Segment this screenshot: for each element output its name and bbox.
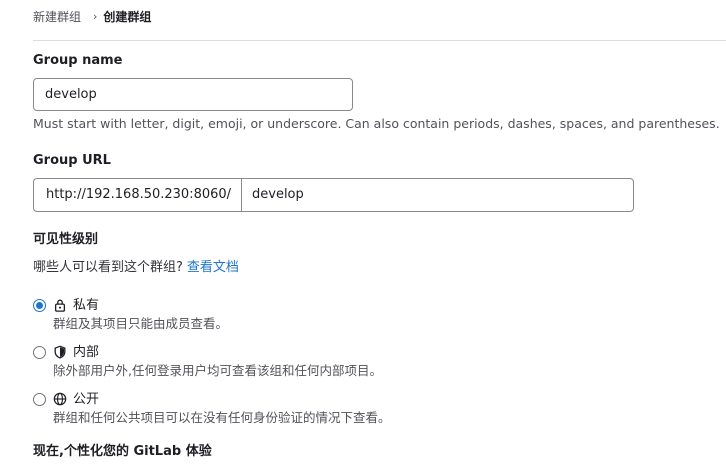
group-url-path-input[interactable]: develop [241, 178, 634, 212]
visibility-heading: 可见性级别 [33, 232, 99, 247]
visibility-question: 哪些人可以看到这个群组? 查看文档 [33, 259, 239, 277]
visibility-radio-internal[interactable] [33, 346, 46, 359]
visibility-option-title: 公开 [73, 392, 100, 407]
visibility-option-title: 私有 [73, 298, 100, 313]
visibility-option-public-text: 公开 群组和任何公共项目可以在没有任何身份验证的情况下查看。 [53, 391, 391, 427]
breadcrumb-link-new-group[interactable]: 新建群组 [33, 9, 81, 25]
personalize-heading: 现在,个性化您的 GitLab 体验 [33, 444, 212, 459]
visibility-option-private-text: 私有 群组及其项目只能由成员查看。 [53, 297, 228, 333]
visibility-option-internal[interactable]: 内部 除外部用户外,任何登录用户均可查看该组和任何内部项目。 [33, 344, 382, 380]
visibility-question-text: 哪些人可以看到这个群组? [33, 260, 183, 275]
view-docs-link[interactable]: 查看文档 [187, 260, 239, 275]
group-url-label: Group URL [33, 153, 111, 168]
group-name-label: Group name [33, 53, 123, 68]
lock-icon [54, 299, 66, 312]
header-divider [33, 40, 726, 41]
visibility-option-public[interactable]: 公开 群组和任何公共项目可以在没有任何身份验证的情况下查看。 [33, 391, 391, 427]
group-url-prefix: http://192.168.50.230:8060/ [33, 178, 241, 212]
visibility-radio-public[interactable] [33, 393, 46, 406]
breadcrumb-separator: › [93, 10, 98, 23]
visibility-option-private[interactable]: 私有 群组及其项目只能由成员查看。 [33, 297, 228, 333]
breadcrumb-current-page: 创建群组 [103, 10, 152, 24]
visibility-option-title: 内部 [73, 345, 100, 360]
visibility-option-description: 除外部用户外,任何登录用户均可查看该组和任何内部项目。 [53, 363, 382, 378]
visibility-radio-private[interactable] [33, 299, 46, 312]
group-name-help-text: Must start with letter, digit, emoji, or… [33, 116, 720, 131]
visibility-option-description: 群组和任何公共项目可以在没有任何身份验证的情况下查看。 [53, 410, 391, 425]
visibility-option-description: 群组及其项目只能由成员查看。 [53, 316, 229, 331]
globe-icon [53, 392, 67, 406]
visibility-option-internal-text: 内部 除外部用户外,任何登录用户均可查看该组和任何内部项目。 [53, 344, 382, 380]
group-name-input[interactable]: develop [33, 78, 353, 111]
shield-icon [54, 345, 66, 359]
breadcrumb: 新建群组 › 创建群组 [33, 9, 151, 25]
